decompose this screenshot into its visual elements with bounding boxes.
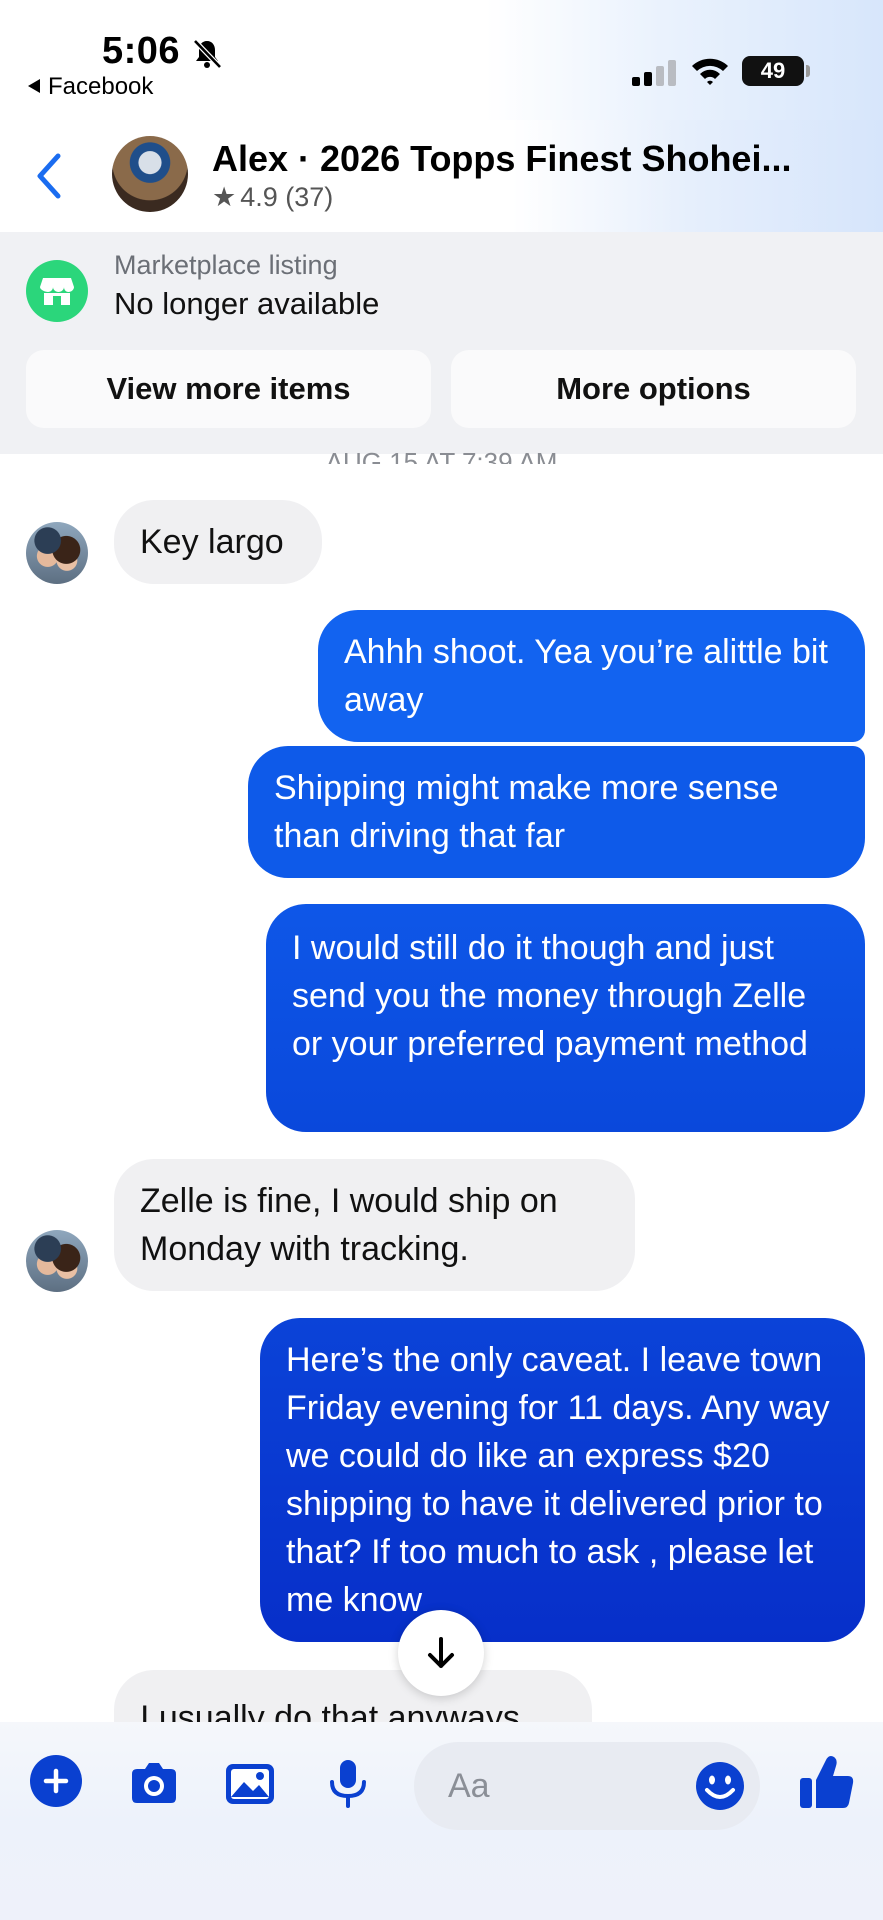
- battery-icon: 49: [742, 56, 804, 86]
- scroll-to-bottom-button[interactable]: [398, 1610, 484, 1696]
- camera-icon[interactable]: [126, 1756, 182, 1812]
- outgoing-message[interactable]: Shipping might make more sense than driv…: [248, 746, 865, 878]
- listing-status: No longer available: [114, 286, 380, 321]
- back-app-label: Facebook: [48, 73, 154, 100]
- seller-avatar[interactable]: [112, 136, 188, 212]
- message-timestamp: AUG 15 AT 7:39 AM: [325, 447, 558, 464]
- conversation-title[interactable]: Alex · 2026 Topps Finest Shohei...: [212, 138, 872, 180]
- photo-icon[interactable]: [222, 1756, 278, 1812]
- back-to-facebook-link[interactable]: Facebook: [28, 73, 153, 101]
- star-icon: ★: [212, 182, 237, 212]
- contact-avatar[interactable]: [26, 1230, 88, 1292]
- seller-rating: ★ 4.9 (37): [212, 182, 333, 213]
- back-chevron-icon[interactable]: [30, 148, 70, 204]
- incoming-message[interactable]: Key largo: [114, 500, 322, 584]
- outgoing-message[interactable]: Ahhh shoot. Yea you’re alittle bit away: [318, 610, 865, 742]
- outgoing-message[interactable]: Here’s the only caveat. I leave town Fri…: [260, 1318, 865, 1642]
- thumbs-up-icon[interactable]: [796, 1752, 856, 1812]
- arrow-down-icon: [428, 1637, 454, 1668]
- back-triangle-icon: [28, 79, 40, 93]
- signal-icon: [632, 60, 676, 86]
- microphone-icon[interactable]: [320, 1756, 376, 1812]
- listing-label: Marketplace listing: [114, 250, 338, 280]
- battery-cap: [806, 65, 810, 77]
- emoji-icon[interactable]: [694, 1760, 746, 1812]
- plus-icon[interactable]: [30, 1755, 82, 1807]
- incoming-message[interactable]: Zelle is fine, I would ship on Monday wi…: [114, 1159, 635, 1291]
- marketplace-store-icon: [26, 260, 88, 322]
- contact-avatar[interactable]: [26, 522, 88, 584]
- rating-text: 4.9 (37): [240, 182, 334, 212]
- view-more-items-button[interactable]: View more items: [26, 350, 431, 428]
- bell-slash-icon: [193, 39, 222, 69]
- outgoing-message[interactable]: I would still do it though and just send…: [266, 904, 865, 1132]
- more-options-button[interactable]: More options: [451, 350, 856, 428]
- wifi-icon: [692, 58, 728, 85]
- status-time: 5:06: [102, 30, 181, 72]
